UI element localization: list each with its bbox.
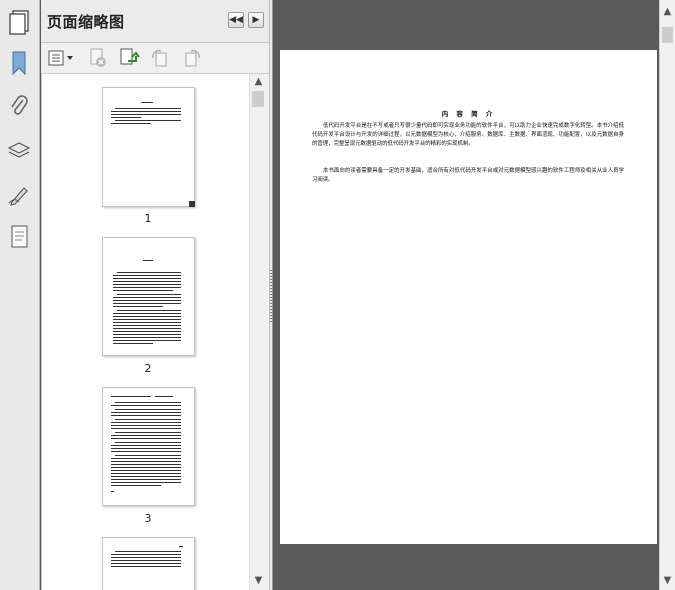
content-icon[interactable] xyxy=(6,224,32,250)
scroll-up-icon[interactable]: ▲ xyxy=(662,6,673,17)
thumbnail-toolbar xyxy=(41,43,269,74)
layers-icon[interactable] xyxy=(6,138,32,164)
thumbnail-label: 2 xyxy=(144,362,152,375)
rotate-cw-icon[interactable] xyxy=(181,47,203,69)
bookmark-icon[interactable] xyxy=(6,50,32,76)
thumbnail-options-icon[interactable] xyxy=(47,47,75,69)
thumbnail-list[interactable]: 1 2 3 xyxy=(41,74,249,590)
document-page: 内 容 简 介 低代码开发平台是在不写或者只写很少量代码即可实现业务功能的软件平… xyxy=(280,50,657,544)
page-paragraph: 本书面向的读者需要具备一定的开发基础，适合所有对低代码开发平台或对元数据模型感兴… xyxy=(312,168,624,184)
prev-icon[interactable]: ◀◀ xyxy=(228,12,244,28)
thumbnail-label: 3 xyxy=(144,512,152,525)
scroll-down-icon[interactable]: ▼ xyxy=(662,575,673,586)
page-thumbnail-3[interactable] xyxy=(102,387,195,506)
splitter-grip[interactable] xyxy=(270,270,272,322)
scrollbar-thumb[interactable] xyxy=(252,91,264,107)
panel-header: 页面缩略图 ◀◀ ▶ xyxy=(41,0,269,43)
next-icon[interactable]: ▶ xyxy=(248,12,264,28)
page-thumbnail-4[interactable] xyxy=(102,537,195,590)
thumbnail-label: 1 xyxy=(144,212,152,225)
page-paragraph: 低代码开发平台是在不写或者只写很少量代码即可实现业务功能的软件平台，可以助力企业… xyxy=(312,123,624,148)
page-thumbnail-1[interactable] xyxy=(102,87,195,207)
scroll-up-icon[interactable]: ▲ xyxy=(253,76,264,87)
document-scrollbar[interactable]: ▲ ▼ xyxy=(659,0,675,590)
delete-page-icon[interactable] xyxy=(87,47,109,69)
panel-title: 页面缩略图 xyxy=(47,13,125,31)
thumbnail-scrollbar[interactable]: ▲ ▼ xyxy=(249,74,266,590)
document-view[interactable]: 内 容 简 介 低代码开发平台是在不写或者只写很少量代码即可实现业务功能的软件平… xyxy=(273,0,659,590)
attachment-icon[interactable] xyxy=(6,94,32,120)
page-thumbnails-panel: 页面缩略图 ◀◀ ▶ 1 2 3 ▲ ▼ xyxy=(41,0,269,590)
navigation-rail xyxy=(0,0,40,590)
document-icon[interactable] xyxy=(6,8,34,36)
scrollbar-thumb[interactable] xyxy=(662,27,673,43)
insert-page-icon[interactable] xyxy=(118,47,140,69)
rotate-ccw-icon[interactable] xyxy=(149,47,171,69)
page-heading: 内 容 简 介 xyxy=(441,110,496,118)
scroll-down-icon[interactable]: ▼ xyxy=(253,575,264,586)
page-thumbnail-2[interactable] xyxy=(102,237,195,356)
signature-icon[interactable] xyxy=(6,182,32,208)
